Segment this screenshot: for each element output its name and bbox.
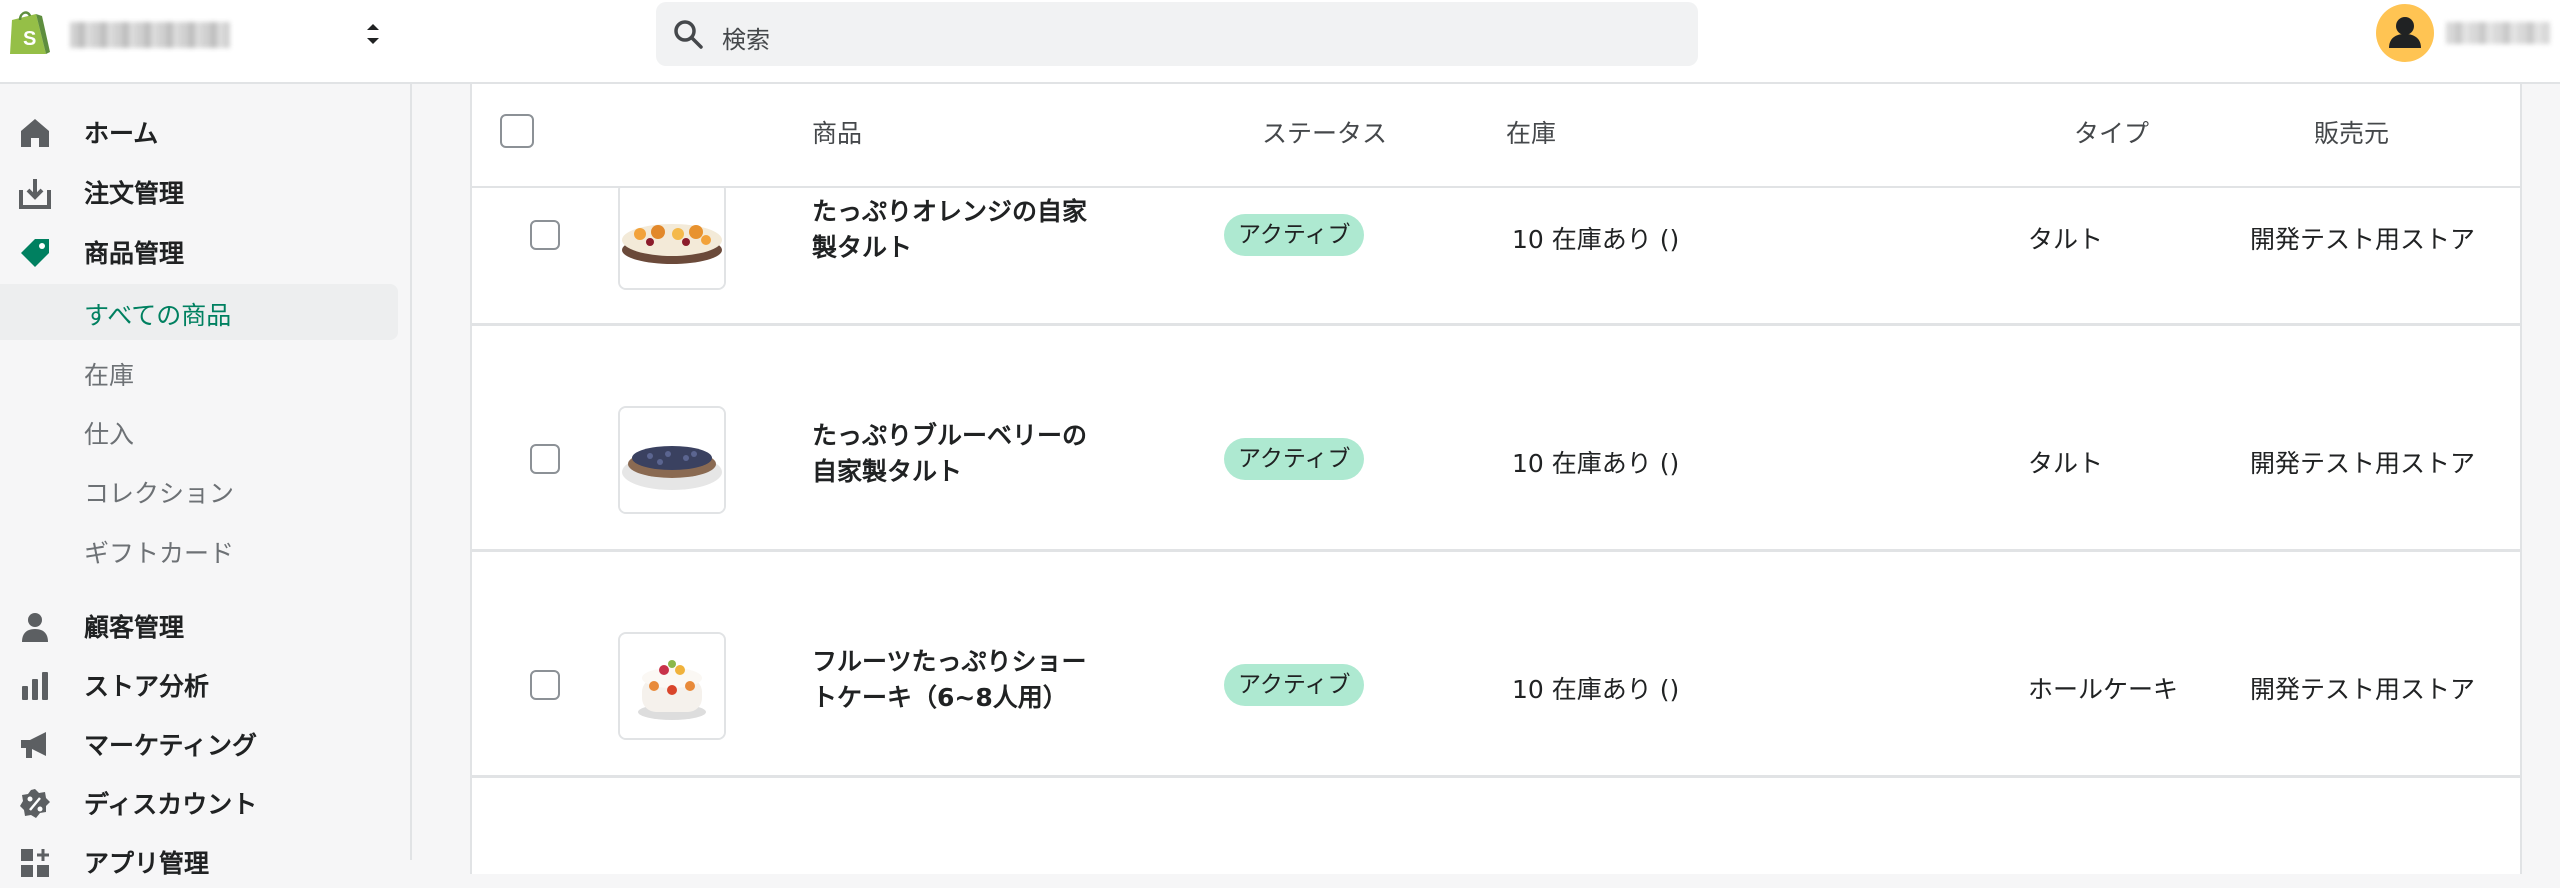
sidebar-item-discounts[interactable]: ディスカウント: [0, 775, 398, 829]
sidebar-item-products[interactable]: 商品管理: [0, 224, 398, 278]
sidebar-subitem-label: コレクション: [84, 479, 235, 508]
sidebar-item-orders[interactable]: 注文管理: [0, 164, 398, 218]
product-thumbnail[interactable]: [618, 182, 726, 290]
sidebar-subitem-inventory[interactable]: 在庫: [0, 344, 398, 400]
discount-icon: [20, 789, 50, 818]
store-name-redacted: [70, 22, 230, 48]
tag-icon: [21, 239, 49, 267]
sidebar-item-label: ホーム: [84, 119, 159, 148]
type-cell: タルト: [2028, 225, 2104, 254]
sidebar-item-analytics[interactable]: ストア分析: [0, 657, 398, 711]
sidebar-item-label: ディスカウント: [84, 790, 258, 819]
product-name-line: たっぷりオレンジの自家: [812, 197, 1088, 226]
header-status[interactable]: ステータス: [1262, 114, 1387, 150]
shortcake-thumbnail: [620, 634, 724, 738]
chevron-up-down-icon[interactable]: [358, 16, 388, 52]
sidebar-subitem-gift-cards[interactable]: ギフトカード: [0, 522, 398, 578]
megaphone-icon: [21, 732, 46, 758]
search-placeholder: 検索: [722, 26, 770, 54]
status-badge: アクティブ: [1224, 438, 1365, 480]
sidebar-item-label: 注文管理: [84, 179, 185, 208]
blueberry-tart-thumbnail: [620, 408, 724, 512]
store-switcher[interactable]: [70, 16, 390, 52]
sidebar-item-label: アプリ管理: [84, 849, 210, 878]
vendor-cell: 開発テスト用ストア: [2250, 225, 2476, 254]
sidebar-subitem-label: 仕入: [84, 420, 135, 449]
product-name-line: フルーツたっぷりショー: [812, 647, 1087, 676]
user-avatar-icon: [2389, 17, 2421, 48]
inventory-cell: 10 在庫あり (): [1512, 225, 1680, 254]
row-checkbox[interactable]: [530, 670, 560, 700]
search-bar[interactable]: 検索: [656, 2, 1698, 66]
product-name-line: 製タルト: [812, 233, 913, 262]
home-icon: [21, 119, 49, 147]
vendor-cell: 開発テスト用ストア: [2250, 675, 2476, 704]
status-badge: アクティブ: [1224, 214, 1365, 256]
select-all-checkbox[interactable]: [500, 114, 534, 148]
sidebar-item-marketing[interactable]: マーケティング: [0, 716, 398, 770]
sidebar-subitem-collections[interactable]: コレクション: [0, 462, 398, 518]
table-header: 商品 ステータス 在庫 タイプ 販売元: [472, 84, 2520, 188]
product-name-line: たっぷりブルーベリーの: [812, 421, 1088, 450]
sidebar-item-home[interactable]: ホーム: [0, 104, 398, 158]
vendor-cell: 開発テスト用ストア: [2250, 449, 2476, 478]
product-name-line: トケーキ（6~8人用）: [812, 683, 1068, 712]
sidebar-subitem-label: 在庫: [84, 361, 135, 390]
sidebar-item-label: ストア分析: [84, 672, 210, 701]
type-cell: タルト: [2028, 449, 2104, 478]
type-cell: ホールケーキ: [2028, 675, 2179, 704]
apps-icon: [21, 849, 49, 877]
sidebar-subitem-label: ギフトカード: [84, 539, 235, 568]
shopify-logo-icon[interactable]: S: [6, 8, 52, 58]
sidebar-subitem-all-products[interactable]: すべての商品: [0, 284, 398, 340]
sidebar-item-label: 顧客管理: [84, 613, 185, 642]
table-row[interactable]: たっぷりブルーベリーの 自家製タルト アクティブ 10 在庫あり () タルト …: [472, 326, 2520, 552]
search-icon: [674, 20, 703, 49]
product-name[interactable]: たっぷりオレンジの自家 製タルト: [812, 194, 1112, 266]
product-name-line: 自家製タルト: [812, 457, 963, 486]
sidebar-item-label: マーケティング: [84, 731, 258, 760]
sidebar-item-label: 商品管理: [84, 239, 185, 268]
sidebar-item-customers[interactable]: 顧客管理: [0, 598, 398, 652]
inventory-cell: 10 在庫あり (): [1512, 675, 1680, 704]
row-checkbox[interactable]: [530, 444, 560, 474]
sidebar-item-apps[interactable]: アプリ管理: [0, 834, 398, 888]
product-name[interactable]: たっぷりブルーベリーの 自家製タルト: [812, 418, 1112, 490]
header-vendor[interactable]: 販売元: [2314, 114, 2389, 150]
header-product[interactable]: 商品: [812, 114, 862, 150]
bar-chart-icon: [22, 672, 48, 700]
header-type[interactable]: タイプ: [2074, 114, 2149, 150]
inventory-cell: 10 在庫あり (): [1512, 449, 1680, 478]
person-icon: [22, 613, 48, 642]
svg-text:S: S: [23, 28, 36, 50]
sidebar-subitem-purchasing[interactable]: 仕入: [0, 403, 398, 459]
header-inventory[interactable]: 在庫: [1506, 114, 1556, 150]
avatar[interactable]: [2376, 4, 2434, 62]
table-row[interactable]: フルーツたっぷりショー トケーキ（6~8人用） アクティブ 10 在庫あり ()…: [472, 552, 2520, 778]
product-name[interactable]: フルーツたっぷりショー トケーキ（6~8人用）: [812, 644, 1112, 716]
orange-tart-thumbnail: [620, 184, 724, 288]
status-badge: アクティブ: [1224, 664, 1365, 706]
orders-icon: [19, 179, 51, 209]
sidebar-subitem-label: すべての商品: [84, 301, 232, 330]
top-bar: S 検索: [0, 0, 2560, 84]
row-checkbox[interactable]: [530, 220, 560, 250]
product-thumbnail[interactable]: [618, 406, 726, 514]
product-thumbnail[interactable]: [618, 632, 726, 740]
products-table-card: たっぷりオレンジの自家 製タルト アクティブ 10 在庫あり () タルト 開発…: [470, 84, 2522, 874]
user-name-redacted[interactable]: [2446, 22, 2550, 44]
